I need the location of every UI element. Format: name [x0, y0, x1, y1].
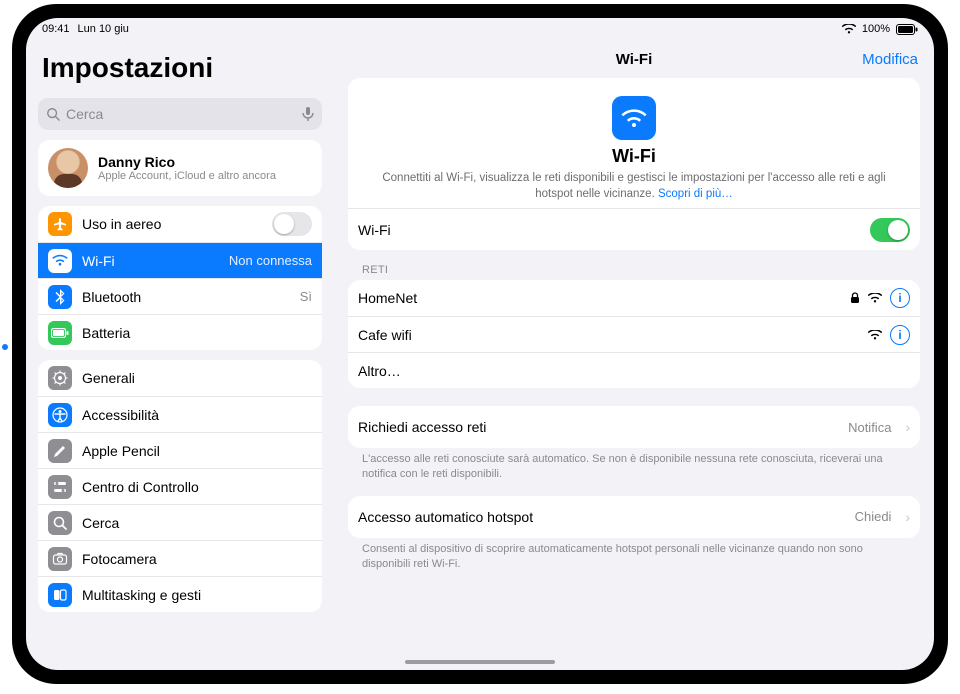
sidebar-item-battery[interactable]: Batteria — [38, 314, 322, 350]
ipad-frame: 09:41 Lun 10 giu 100% Impostazioni Cerca — [12, 4, 948, 684]
sidebar-item-multitask[interactable]: Multitasking e gesti — [38, 576, 322, 612]
wifi-hero-icon — [612, 96, 656, 140]
control-label: Centro di Controllo — [82, 479, 199, 495]
network-name: HomeNet — [358, 290, 417, 306]
search-placeholder: Cerca — [66, 106, 103, 122]
chevron-right-icon: › — [901, 419, 910, 435]
airplane-icon — [48, 212, 72, 236]
wifi-label: Wi-Fi — [82, 253, 115, 269]
hero-title: Wi-Fi — [368, 146, 900, 167]
lock-icon — [850, 292, 860, 304]
multitask-label: Multitasking e gesti — [82, 587, 201, 603]
auto-hotspot-label: Accesso automatico hotspot — [358, 509, 533, 525]
ask-join-label: Richiedi accesso reti — [358, 419, 486, 435]
general-label: Generali — [82, 370, 135, 386]
airplane-toggle[interactable] — [272, 212, 312, 236]
wifi-row-label: Wi-Fi — [358, 222, 391, 238]
wifi-signal-icon — [868, 330, 882, 340]
account-subtitle: Apple Account, iCloud e altro ancora — [98, 170, 276, 182]
accessibility-label: Accessibilità — [82, 407, 159, 423]
ask-to-join-row[interactable]: Richiedi accesso reti Notifica › — [348, 406, 920, 448]
status-date: Lun 10 giu — [78, 23, 129, 35]
other-label: Altro… — [358, 363, 401, 379]
auto-hotspot-card: Accesso automatico hotspot Chiedi › — [348, 496, 920, 538]
camera-label: Fotocamera — [82, 551, 157, 567]
nav-title: Wi-Fi — [616, 51, 653, 68]
sidebar-item-accessibility[interactable]: Accessibilità — [38, 396, 322, 432]
airplane-label: Uso in aereo — [82, 216, 161, 232]
wifi-hero-card: Wi-Fi Connettiti al Wi-Fi, visualizza le… — [348, 78, 920, 250]
status-time: 09:41 — [42, 23, 70, 35]
auto-hotspot-value: Chiedi — [855, 509, 892, 524]
battery-label: Batteria — [82, 325, 130, 341]
sidebar-item-search[interactable]: Cerca — [38, 504, 322, 540]
wifi-value: Non connessa — [229, 253, 312, 268]
connectivity-group: Uso in aereo Wi-Fi Non connessa — [38, 206, 322, 350]
pencil-icon — [48, 439, 72, 463]
camera-icon — [48, 547, 72, 571]
ask-join-card: Richiedi accesso reti Notifica › — [348, 406, 920, 448]
networks-header: Reti — [348, 250, 920, 280]
sidebar-item-pencil[interactable]: Apple Pencil — [38, 432, 322, 468]
edit-button[interactable]: Modifica — [862, 51, 918, 68]
auto-hotspot-row[interactable]: Accesso automatico hotspot Chiedi › — [348, 496, 920, 538]
chevron-right-icon: › — [901, 509, 910, 525]
pencil-label: Apple Pencil — [82, 443, 160, 459]
multitask-icon — [48, 583, 72, 607]
control-center-icon — [48, 475, 72, 499]
sidebar-item-wifi[interactable]: Wi-Fi Non connessa — [38, 242, 322, 278]
bluetooth-label: Bluetooth — [82, 289, 141, 305]
gear-icon — [48, 366, 72, 390]
battery-icon — [896, 24, 918, 35]
battery-percent: 100% — [862, 23, 890, 35]
search-icon — [46, 107, 60, 121]
sidebar-item-airplane[interactable]: Uso in aereo — [38, 206, 322, 242]
ask-join-footer: L'accesso alle reti conosciute sarà auto… — [348, 448, 920, 482]
battery-icon-app — [48, 321, 72, 345]
ask-join-value: Notifica — [848, 420, 891, 435]
status-bar: 09:41 Lun 10 giu 100% — [26, 18, 934, 40]
wifi-status-icon — [842, 24, 856, 34]
other-network-row[interactable]: Altro… — [348, 352, 920, 388]
nav-bar: Wi-Fi Modifica — [334, 40, 934, 78]
settings-sidebar: Impostazioni Cerca Danny Rico Apple Acco… — [26, 40, 334, 670]
wifi-master-row[interactable]: Wi-Fi — [348, 208, 920, 250]
network-row[interactable]: Cafe wifi i — [348, 316, 920, 352]
system-group: Generali Accessibilità Apple Pencil — [38, 360, 322, 612]
account-name: Danny Rico — [98, 154, 276, 170]
search-label: Cerca — [82, 515, 119, 531]
sidebar-item-general[interactable]: Generali — [38, 360, 322, 396]
home-indicator — [405, 660, 555, 664]
wifi-toggle[interactable] — [870, 218, 910, 242]
side-indicator-dot — [2, 344, 8, 350]
search-input[interactable]: Cerca — [38, 98, 322, 130]
bluetooth-value: Sì — [300, 289, 312, 304]
accessibility-icon — [48, 403, 72, 427]
networks-list: HomeNet i Cafe wifi — [348, 280, 920, 388]
auto-hotspot-footer: Consenti al dispositivo di scoprire auto… — [348, 538, 920, 572]
network-info-button[interactable]: i — [890, 325, 910, 345]
sidebar-item-bluetooth[interactable]: Bluetooth Sì — [38, 278, 322, 314]
search-app-icon — [48, 511, 72, 535]
learn-more-link[interactable]: Scopri di più… — [658, 188, 733, 200]
account-card[interactable]: Danny Rico Apple Account, iCloud e altro… — [38, 140, 322, 196]
sidebar-item-camera[interactable]: Fotocamera — [38, 540, 322, 576]
network-name: Cafe wifi — [358, 327, 412, 343]
mic-icon[interactable] — [302, 106, 314, 122]
avatar — [48, 148, 88, 188]
network-info-button[interactable]: i — [890, 288, 910, 308]
hero-text: Connettiti al Wi-Fi, visualizza le reti … — [382, 172, 885, 200]
wifi-signal-icon — [868, 293, 882, 303]
wifi-icon — [48, 249, 72, 273]
sidebar-item-control-center[interactable]: Centro di Controllo — [38, 468, 322, 504]
page-title: Impostazioni — [38, 44, 322, 88]
detail-pane: Wi-Fi Modifica Wi-Fi Connettiti al Wi-Fi… — [334, 40, 934, 670]
bluetooth-icon — [48, 285, 72, 309]
network-row[interactable]: HomeNet i — [348, 280, 920, 316]
